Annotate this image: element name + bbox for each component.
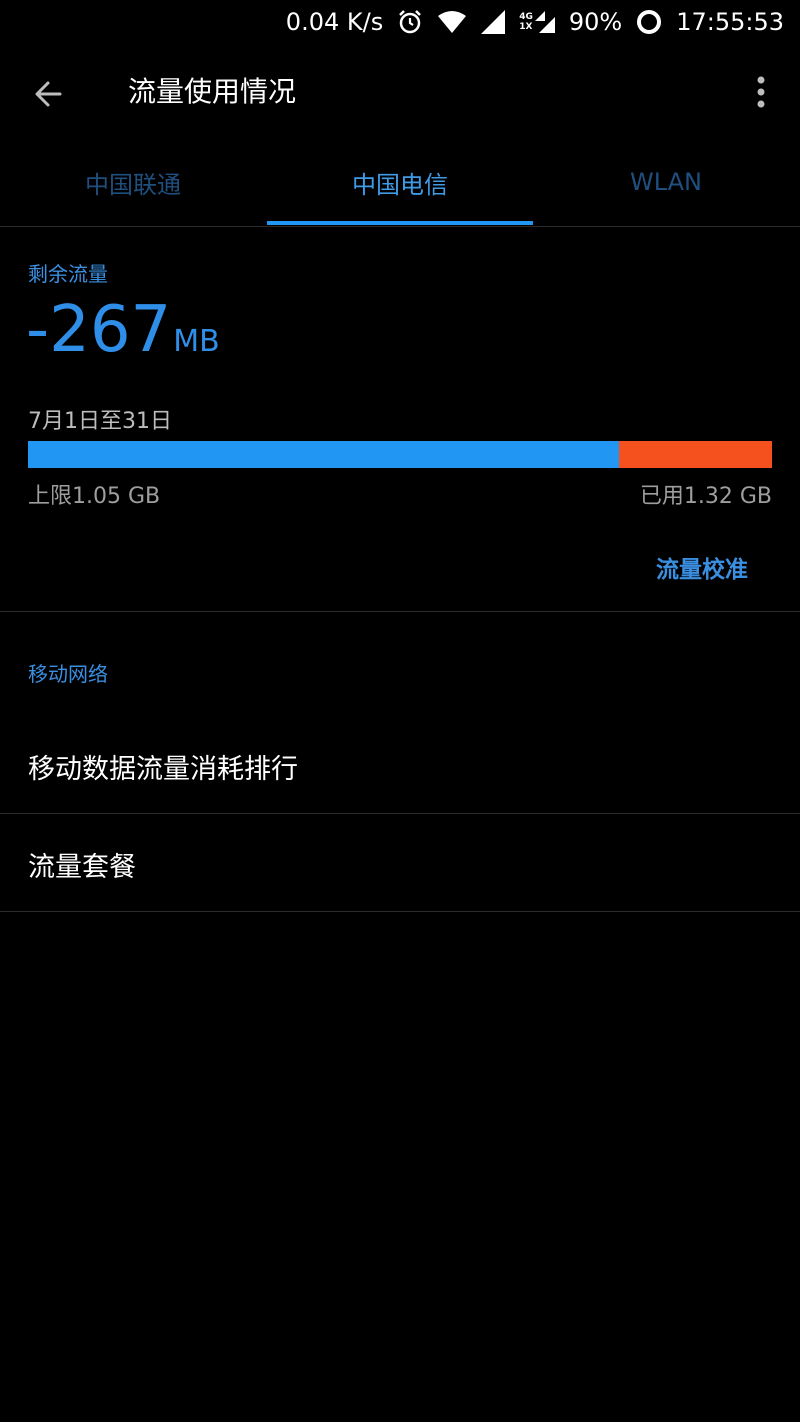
status-bar: 0.04 K/s 4G 1X 90% 17:55:53 — [0, 0, 800, 44]
tab-china-unicom[interactable]: 中国联通 — [0, 140, 266, 224]
battery-ring-icon — [636, 9, 662, 35]
page-title: 流量使用情况 — [128, 75, 297, 108]
more-options-button[interactable] — [746, 74, 776, 110]
limit-text: 上限1.05 GB — [28, 484, 161, 509]
remaining-number: -267 — [26, 293, 172, 367]
calibrate-button[interactable]: 流量校准 — [640, 545, 764, 589]
wifi-icon — [437, 10, 467, 34]
carrier-tabs: 中国联通 中国电信 WLAN — [0, 140, 800, 227]
tab-indicator — [267, 221, 533, 225]
divider — [0, 813, 800, 814]
alarm-icon — [397, 9, 423, 35]
usage-bar — [28, 441, 772, 468]
dual-signal-icon: 4G 1X — [519, 11, 555, 33]
battery-percent: 90% — [568, 8, 623, 36]
network-type: 4G 1X — [519, 12, 533, 32]
arrow-left-icon — [35, 81, 62, 107]
billing-period: 7月1日至31日 — [28, 409, 172, 434]
net-speed: 0.04 K/s — [285, 8, 384, 36]
clock: 17:55:53 — [676, 8, 784, 36]
signal-icon — [481, 10, 506, 34]
app-bar: 流量使用情况 — [0, 44, 800, 140]
tab-wlan[interactable]: WLAN — [533, 140, 799, 224]
remaining-value: -267 MB — [26, 290, 220, 370]
list-item-data-ranking[interactable]: 移动数据流量消耗排行 — [0, 717, 800, 815]
divider — [0, 911, 800, 912]
used-text: 已用1.32 GB — [639, 484, 772, 509]
list-item-data-plan[interactable]: 流量套餐 — [0, 815, 800, 913]
section-header: 移动网络 — [28, 662, 108, 686]
divider — [0, 611, 800, 612]
tab-china-telecom[interactable]: 中国电信 — [267, 140, 533, 224]
usage-bar-limit-fill — [28, 441, 620, 468]
remaining-label: 剩余流量 — [28, 262, 108, 286]
more-vert-icon — [757, 76, 765, 108]
back-button[interactable] — [26, 72, 70, 116]
remaining-unit: MB — [173, 324, 220, 359]
